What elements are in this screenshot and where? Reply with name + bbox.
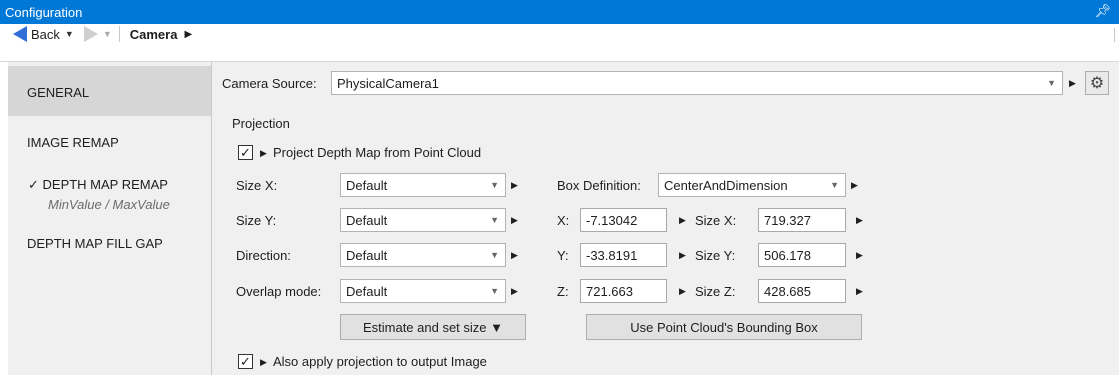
back-dropdown-icon[interactable]: ▼	[65, 29, 74, 39]
size-y-value: Default	[346, 212, 388, 228]
chevron-down-icon: ▼	[1047, 78, 1056, 88]
camera-source-select[interactable]: PhysicalCamera1 ▼	[331, 71, 1063, 95]
nav-separator	[118, 26, 120, 42]
box-size-x-expand-icon[interactable]: ▶	[856, 215, 863, 226]
breadcrumb-camera[interactable]: Camera	[130, 27, 178, 42]
estimate-size-button[interactable]: Estimate and set size ▼	[340, 314, 526, 340]
x-expand-icon[interactable]: ▶	[679, 215, 686, 226]
box-size-z-expand-icon[interactable]: ▶	[856, 286, 863, 297]
window-title: Configuration	[5, 4, 83, 20]
nav-controls: Back ▼ ▼ Camera ▶	[0, 24, 192, 44]
box-size-y-label: Size Y:	[695, 248, 736, 263]
x-input[interactable]: -7.13042	[580, 208, 667, 232]
title-bar: Configuration 📌︎	[0, 0, 1119, 24]
settings-button[interactable]: ⚙	[1085, 71, 1109, 95]
box-definition-expand-icon[interactable]: ▶	[851, 180, 858, 191]
box-size-x-label: Size X:	[695, 213, 737, 228]
chevron-down-icon: ▼	[490, 286, 499, 296]
back-button[interactable]: Back	[31, 27, 60, 42]
y-expand-icon[interactable]: ▶	[679, 250, 686, 261]
box-size-x-input[interactable]: 719.327	[758, 208, 846, 232]
navigation-bar: Back ▼ ▼ Camera ▶	[0, 24, 1119, 62]
overlap-mode-expand-icon[interactable]: ▶	[511, 286, 518, 297]
sidebar-item-depth-map-remap-sub: MinValue / MaxValue	[48, 197, 170, 212]
box-definition-label: Box Definition:	[557, 178, 641, 193]
z-expand-icon[interactable]: ▶	[679, 286, 686, 297]
y-label: Y:	[557, 248, 569, 263]
breadcrumb-arrow-icon[interactable]: ▶	[184, 29, 192, 40]
size-x-expand-icon[interactable]: ▶	[511, 180, 518, 191]
project-depth-expand-icon[interactable]: ▶	[260, 148, 267, 159]
back-arrow-icon[interactable]	[13, 26, 27, 42]
direction-value: Default	[346, 247, 388, 263]
direction-expand-icon[interactable]: ▶	[511, 250, 518, 261]
box-size-y-expand-icon[interactable]: ▶	[856, 250, 863, 261]
sidebar-item-depth-map-fill-gap[interactable]: DEPTH MAP FILL GAP	[27, 236, 163, 251]
apply-projection-label: Also apply projection to output Image	[273, 354, 487, 369]
camera-source-label: Camera Source:	[222, 76, 317, 91]
box-size-z-label: Size Z:	[695, 284, 736, 299]
box-definition-select[interactable]: CenterAndDimension ▼	[658, 173, 846, 197]
box-definition-value: CenterAndDimension	[664, 177, 788, 193]
x-label: X:	[557, 213, 570, 228]
chevron-down-icon: ▼	[830, 180, 839, 190]
size-y-select[interactable]: Default ▼	[340, 208, 506, 232]
z-label: Z:	[557, 284, 569, 299]
box-size-z-input[interactable]: 428.685	[758, 279, 846, 303]
direction-select[interactable]: Default ▼	[340, 243, 506, 267]
y-input[interactable]: -33.8191	[580, 243, 667, 267]
size-y-label: Size Y:	[236, 213, 277, 228]
use-bounding-box-button[interactable]: Use Point Cloud's Bounding Box	[586, 314, 862, 340]
projection-group-title: Projection	[232, 116, 290, 131]
size-x-value: Default	[346, 177, 388, 193]
pin-icon[interactable]: 📌︎	[1094, 3, 1111, 19]
chevron-down-icon: ▼	[490, 250, 499, 260]
sidebar-item-general[interactable]: GENERAL	[27, 85, 89, 100]
size-x-label: Size X:	[236, 178, 278, 193]
camera-source-value: PhysicalCamera1	[337, 75, 439, 91]
nav-right-divider	[1114, 28, 1115, 42]
overlap-mode-value: Default	[346, 283, 388, 299]
project-depth-label: Project Depth Map from Point Cloud	[273, 145, 482, 160]
gear-icon: ⚙	[1089, 75, 1105, 92]
sidebar-item-depth-map-remap[interactable]: ✓ DEPTH MAP REMAP	[28, 177, 168, 193]
direction-label: Direction:	[236, 248, 291, 263]
size-y-expand-icon[interactable]: ▶	[511, 215, 518, 226]
sidebar-item-image-remap[interactable]: IMAGE REMAP	[27, 135, 119, 150]
forward-arrow-icon[interactable]	[83, 26, 98, 42]
chevron-down-icon: ▼	[490, 180, 499, 190]
project-depth-checkbox[interactable]: ✓	[238, 145, 253, 160]
forward-dropdown-icon[interactable]: ▼	[103, 29, 112, 39]
size-x-select[interactable]: Default ▼	[340, 173, 506, 197]
box-size-y-input[interactable]: 506.178	[758, 243, 846, 267]
overlap-mode-label: Overlap mode:	[236, 284, 322, 299]
camera-source-expand-icon[interactable]: ▶	[1069, 78, 1076, 89]
apply-projection-expand-icon[interactable]: ▶	[260, 357, 267, 368]
z-input[interactable]: 721.663	[580, 279, 667, 303]
apply-projection-checkbox[interactable]: ✓	[238, 354, 253, 369]
overlap-mode-select[interactable]: Default ▼	[340, 279, 506, 303]
chevron-down-icon: ▼	[490, 215, 499, 225]
